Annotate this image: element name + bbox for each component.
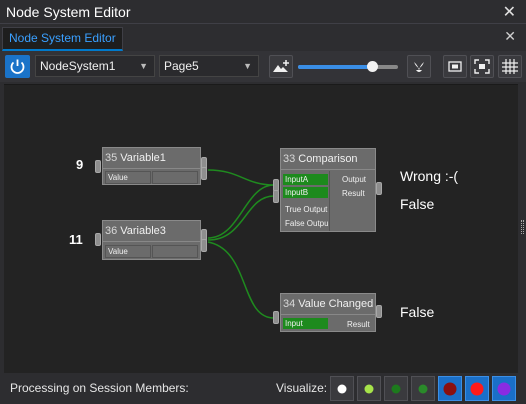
comparison-divider [329,171,330,231]
comparison-input-port-b[interactable] [273,190,279,203]
comparison-id: 33 [283,153,296,165]
wire-variable3-to-valuechanged[interactable] [207,241,275,319]
wire-variable1-to-inputa[interactable] [207,169,275,186]
variable1-id: 35 [105,152,118,164]
comparison-result-label: Result [342,189,365,198]
status-bar: Processing on Session Members: Visualize… [0,374,526,404]
variable3-input-port[interactable] [95,233,101,246]
variable3-value-right [152,245,198,258]
color-dot-icon [470,382,484,395]
comparison-output-label: Output [342,175,367,184]
color-dot-icon [337,384,347,393]
variable1-value-label: Value [108,173,128,182]
visualize-color-button-6[interactable] [465,376,489,401]
visualize-color-button-4[interactable] [411,376,435,401]
comparison-result-secondary: False [400,196,435,212]
color-dot-icon [418,384,428,393]
variable1-input-value: 9 [76,157,84,172]
variable1-header[interactable]: 35 Variable1 [103,148,200,169]
valuechanged-input-port[interactable] [273,311,279,324]
color-dot-icon [364,384,374,393]
variable1-input-port[interactable] [95,160,101,173]
wire-variable3-to-inputa[interactable] [207,184,275,239]
variable3-output-port-2[interactable] [201,239,207,252]
variable3-name: Variable3 [120,225,166,237]
comparison-node[interactable]: 33 Comparison InputA InputB True Output F… [280,148,376,232]
comparison-header[interactable]: 33 Comparison [281,149,375,170]
comparison-false-output[interactable]: False Output [283,218,328,229]
variable3-node[interactable]: 36 Variable3 Value [102,220,201,260]
value-changed-result: False [400,304,435,320]
variable3-input-value: 11 [69,232,83,247]
color-dot-icon [443,382,457,395]
valuechanged-output-port[interactable] [376,305,382,318]
variable1-node[interactable]: 35 Variable1 Value [102,147,201,185]
processing-label: Processing on Session Members: [10,381,189,395]
visualize-color-button-3[interactable] [384,376,408,401]
value-changed-input[interactable]: Input [283,318,328,329]
visualize-color-button-7[interactable] [492,376,516,401]
variable3-value-label: Value [108,247,128,256]
value-changed-header[interactable]: 34 Value Changed [281,294,375,315]
comparison-name: Comparison [298,153,358,165]
variable1-output-port-2[interactable] [201,167,207,180]
visualize-color-button-1[interactable] [330,376,354,401]
comparison-result-primary: Wrong :-( [400,168,459,184]
color-dot-icon [391,384,401,393]
variable3-id: 36 [105,225,118,237]
color-dot-icon [497,382,511,395]
visualize-label: Visualize: [276,381,328,395]
comparison-input-b[interactable]: InputB [283,187,328,198]
wire-variable3-to-inputb[interactable] [207,195,275,241]
variable1-value-right [152,171,198,184]
value-changed-node[interactable]: 34 Value Changed Input Result [280,293,376,332]
comparison-input-a[interactable]: InputA [283,174,328,185]
connection-wires [207,169,275,319]
value-changed-name: Value Changed [298,298,374,310]
visualize-color-button-5[interactable] [438,376,462,401]
comparison-true-output[interactable]: True Output [283,204,328,215]
value-changed-result-label: Result [347,320,370,329]
variable3-header[interactable]: 36 Variable3 [103,221,200,242]
comparison-output-port[interactable] [376,182,382,195]
variable1-name: Variable1 [120,152,166,164]
value-changed-id: 34 [283,298,296,310]
visualize-color-button-2[interactable] [357,376,381,401]
